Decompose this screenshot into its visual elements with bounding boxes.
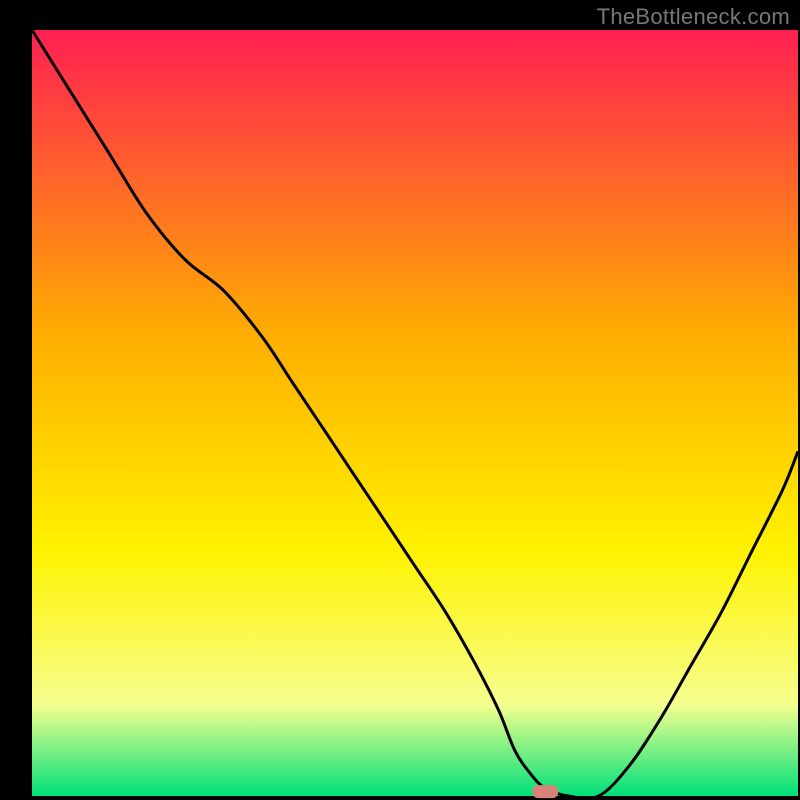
bottleneck-chart [0, 0, 800, 800]
watermark-text: TheBottleneck.com [597, 4, 790, 30]
optimal-point-marker [532, 785, 558, 798]
